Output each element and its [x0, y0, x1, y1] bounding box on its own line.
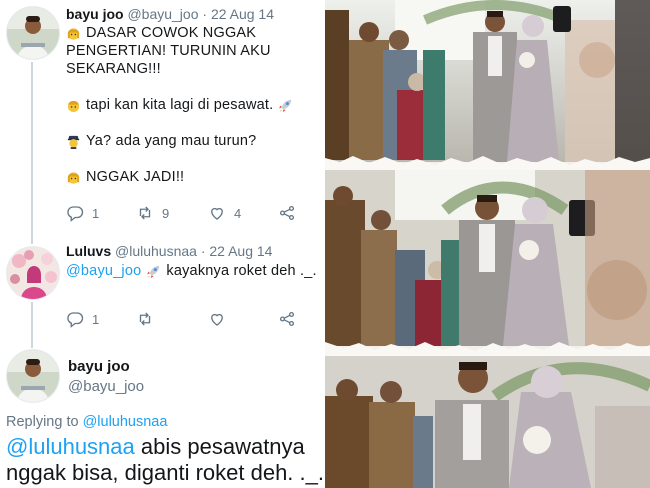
retweet-icon: [139, 312, 151, 326]
author-name[interactable]: Luluvs: [66, 243, 111, 259]
like-button[interactable]: 4: [208, 204, 241, 222]
tweet-line-text: kayaknya roket deh ._.: [166, 263, 317, 279]
share-button[interactable]: [278, 204, 296, 222]
retweet-button[interactable]: [136, 310, 154, 328]
tweet-line: @bayu_joo kayaknya roket deh ._.: [66, 262, 317, 280]
author-handle[interactable]: @bayu_joo: [127, 6, 198, 22]
thread-line: [31, 342, 33, 348]
like-icon: [211, 207, 223, 220]
focused-tweet-text: @luluhusnaa abis pesawatnya nggak bisa, …: [6, 434, 324, 486]
avatar-bayu[interactable]: [6, 349, 60, 403]
share-button[interactable]: [278, 310, 296, 328]
tweet-line: nggak bisa, diganti roket deh. ._.: [6, 460, 324, 486]
reply-icon: [67, 312, 84, 328]
tweet-line: @luluhusnaa abis pesawatnya: [6, 434, 324, 460]
reply-button[interactable]: 1: [66, 204, 99, 222]
tweet-actions: 1: [66, 310, 316, 330]
tweet-text: DASAR COWOK NGGAK PENGERTIAN! TURUNIN AK…: [66, 24, 293, 186]
like-icon: [211, 313, 223, 326]
avatar-luluvs[interactable]: [6, 246, 60, 300]
wedding-photo-1[interactable]: [325, 0, 650, 162]
tweet-line-text: nggak bisa, diganti roket deh. ._.: [6, 460, 324, 485]
retweet-icon: [139, 206, 151, 220]
thread-line: [31, 302, 33, 342]
retweet-count: 9: [162, 205, 170, 221]
reply-icon: [67, 206, 84, 222]
rocket-emoji: [147, 265, 160, 278]
author-name[interactable]: bayu joo: [66, 6, 124, 22]
tweet-line-text: NGGAK JADI!!: [86, 169, 185, 185]
tweet-line-text: Ya? ada yang mau turun?: [86, 133, 257, 149]
tweet-line: DASAR COWOK NGGAK: [66, 24, 293, 42]
tweet-line: Ya? ada yang mau turun?: [66, 132, 293, 150]
wedding-photo-3[interactable]: [325, 356, 650, 488]
replying-handle-link[interactable]: @luluhusnaa: [83, 414, 168, 430]
tweet-line: tapi kan kita lagi di pesawat.: [66, 96, 293, 114]
wedding-photo-collage: [325, 0, 650, 488]
reply-count: 1: [92, 205, 100, 221]
like-count: 4: [234, 205, 242, 221]
tweet-line-text: abis pesawatnya: [140, 434, 305, 459]
tweet-luluvs[interactable]: Luluvs @luluhusnaa · 22 Aug 14 @bayu_joo…: [0, 238, 325, 342]
share-icon: [279, 311, 295, 327]
mention-link[interactable]: @bayu_joo: [66, 262, 141, 280]
retweet-button[interactable]: 9: [136, 204, 169, 222]
author-handle[interactable]: @luluhusnaa: [115, 243, 197, 259]
share-icon: [279, 205, 295, 221]
tweet-date[interactable]: · 22 Aug 14: [202, 6, 274, 22]
tweet-line: PENGERTIAN! TURUNIN AKU: [66, 42, 293, 60]
rocket-emoji: [279, 99, 292, 112]
tweet-bayu-1[interactable]: bayu joo @bayu_joo · 22 Aug 14 DASAR COW…: [0, 0, 325, 240]
author-handle[interactable]: @bayu_joo: [68, 378, 144, 395]
mention-link[interactable]: @luluhusnaa: [6, 434, 135, 459]
man-emoji: [67, 100, 80, 112]
reply-button[interactable]: 1: [66, 310, 99, 328]
reply-count: 1: [92, 311, 100, 327]
author-name[interactable]: bayu joo: [68, 358, 130, 375]
replying-to: Replying to @luluhusnaa: [6, 414, 167, 430]
thread-line: [31, 62, 33, 240]
pilot-emoji: [67, 135, 80, 149]
tweet-thread-panel: bayu joo @bayu_joo · 22 Aug 14 DASAR COW…: [0, 0, 325, 488]
tweet-line-text: SEKARANG!!!: [66, 61, 161, 77]
tweet-date[interactable]: · 22 Aug 14: [201, 243, 273, 259]
tweet-line-text: tapi kan kita lagi di pesawat.: [86, 97, 274, 113]
tweet-line: SEKARANG!!!: [66, 60, 293, 78]
tweet-header: bayu joo @bayu_joo · 22 Aug 14: [66, 6, 274, 22]
tweet-line-text: PENGERTIAN! TURUNIN AKU: [66, 43, 271, 59]
like-button[interactable]: [208, 310, 226, 328]
tweet-header: Luluvs @luluhusnaa · 22 Aug 14: [66, 243, 272, 259]
tweet-line-text: DASAR COWOK NGGAK: [86, 25, 257, 41]
thread-line: [31, 238, 33, 244]
wedding-photo-2[interactable]: [325, 170, 650, 346]
tweet-text: @bayu_joo kayaknya roket deh ._.: [66, 262, 317, 280]
avatar-bayu[interactable]: [6, 6, 60, 60]
woman-emoji: [67, 171, 80, 184]
tweet-actions: 1 9 4: [66, 204, 316, 224]
tweet-line: NGGAK JADI!!: [66, 168, 293, 186]
replying-label: Replying to: [6, 414, 79, 430]
woman-emoji: [67, 27, 80, 40]
